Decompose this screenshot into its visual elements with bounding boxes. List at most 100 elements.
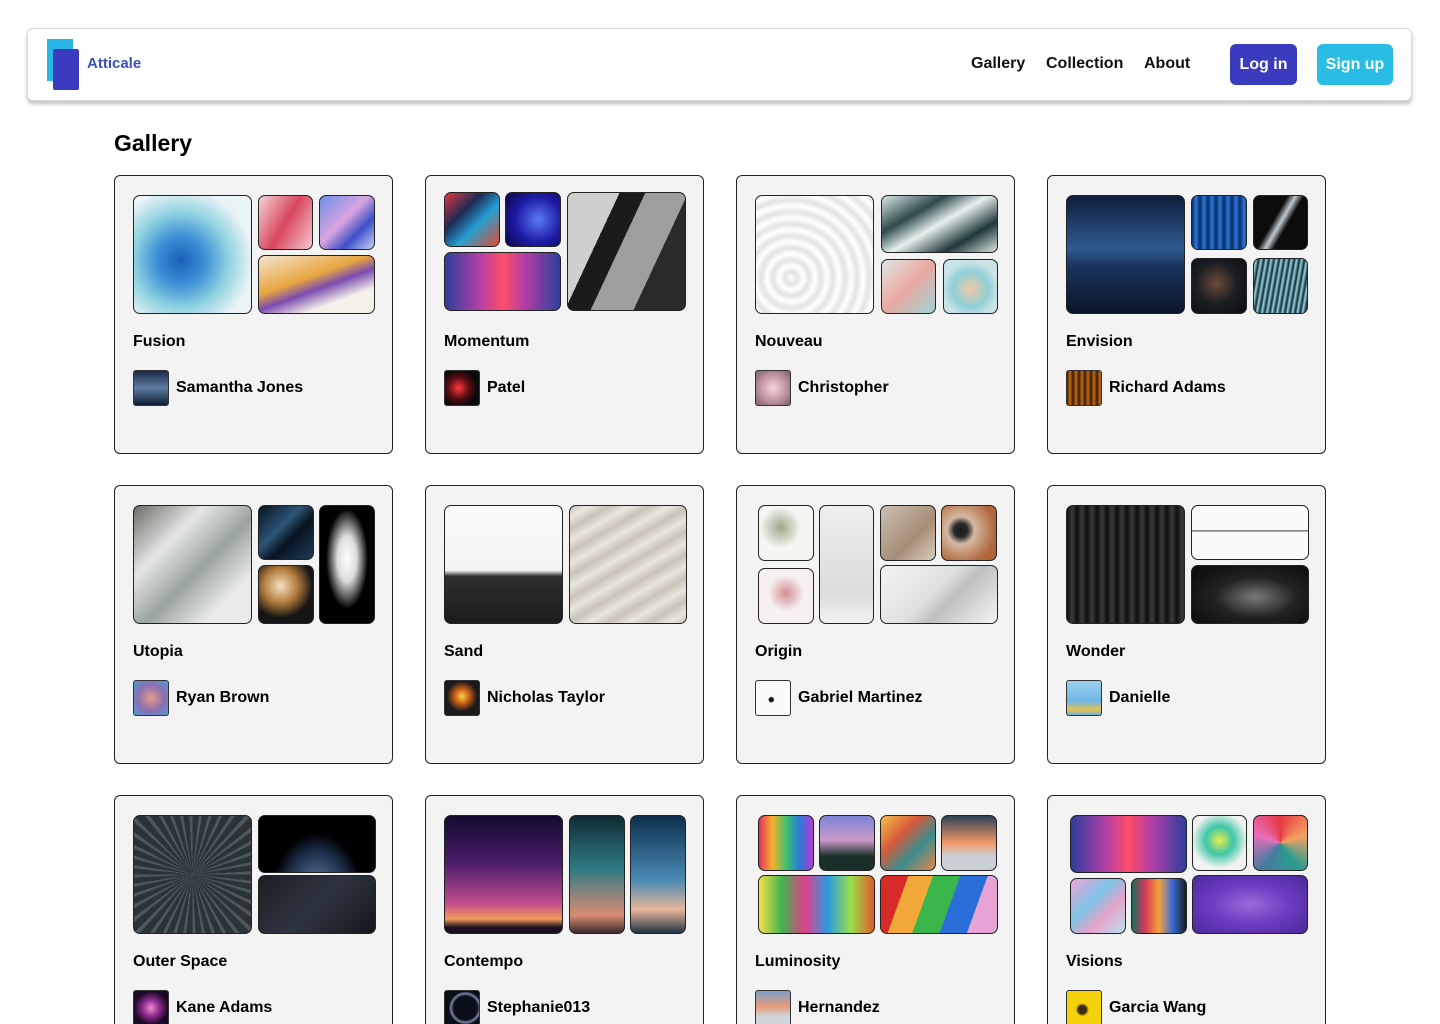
author-name[interactable]: Richard Adams <box>1109 379 1226 397</box>
author-avatar <box>1066 680 1102 716</box>
logo-text: Atticale <box>87 55 142 72</box>
collection-image <box>258 875 376 934</box>
collection-image <box>258 815 376 873</box>
collection-image <box>1070 878 1126 934</box>
collection-card-sand[interactable]: Sand Nicholas Taylor <box>425 485 704 764</box>
login-button[interactable]: Log in <box>1230 44 1297 85</box>
collection-image <box>258 505 314 560</box>
collection-image <box>758 568 814 624</box>
collection-title: Visions <box>1066 953 1123 970</box>
collection-image <box>1066 195 1185 314</box>
collection-image <box>319 195 375 250</box>
collection-image <box>880 875 998 934</box>
collection-image <box>630 815 686 934</box>
collection-title: Envision <box>1066 333 1133 350</box>
collection-title: Origin <box>755 643 803 660</box>
author-avatar <box>1066 370 1102 406</box>
collection-image <box>133 505 252 624</box>
collection-image <box>1191 195 1247 250</box>
collection-image <box>941 815 997 871</box>
author-avatar <box>133 990 169 1024</box>
collection-image <box>133 815 252 934</box>
collection-card-envision[interactable]: Envision Richard Adams <box>1047 175 1326 454</box>
collection-title: Nouveau <box>755 333 823 350</box>
author-name[interactable]: Patel <box>487 379 525 397</box>
collection-image <box>755 195 874 314</box>
collection-title: Wonder <box>1066 643 1126 660</box>
collection-card-wonder[interactable]: Wonder Danielle <box>1047 485 1326 764</box>
collection-image <box>1253 258 1308 314</box>
collection-image <box>258 255 375 314</box>
author-avatar <box>444 680 480 716</box>
collection-title: Outer Space <box>133 953 228 970</box>
author-avatar <box>444 990 480 1024</box>
collection-image <box>819 505 874 624</box>
author-name[interactable]: Samantha Jones <box>176 379 303 397</box>
collection-image <box>1191 258 1247 314</box>
nav-about[interactable]: About <box>1144 55 1190 73</box>
collection-title: Contempo <box>444 953 524 970</box>
collection-card-momentum[interactable]: Momentum Patel <box>425 175 704 454</box>
collection-image <box>444 192 500 247</box>
collection-image <box>133 195 252 314</box>
collection-card-luminosity[interactable]: Luminosity Hernandez <box>736 795 1015 1024</box>
brand-logo[interactable]: Atticale <box>47 39 147 91</box>
author-name[interactable]: Garcia Wang <box>1109 999 1206 1017</box>
collection-card-contempo[interactable]: Contempo Stephanie013 <box>425 795 704 1024</box>
collection-image <box>819 815 875 871</box>
collection-image <box>1253 815 1308 871</box>
collection-card-visions[interactable]: Visions Garcia Wang <box>1047 795 1326 1024</box>
author-avatar <box>755 990 791 1024</box>
top-navbar: Atticale Gallery Collection About Log in… <box>27 28 1412 101</box>
collection-image <box>258 195 313 250</box>
collection-image <box>758 815 814 871</box>
author-name[interactable]: Hernandez <box>798 999 880 1017</box>
collection-image <box>1253 195 1308 250</box>
collection-image <box>567 192 686 311</box>
collection-image <box>881 259 936 314</box>
collection-image <box>444 505 563 624</box>
collection-image <box>1066 505 1185 624</box>
page-title: Gallery <box>114 130 192 156</box>
collection-card-utopia[interactable]: Utopia Ryan Brown <box>114 485 393 764</box>
collection-image <box>569 505 687 624</box>
author-name[interactable]: Gabriel Martinez <box>798 689 922 707</box>
collection-image <box>1192 815 1247 871</box>
collection-image <box>880 565 998 624</box>
collection-card-nouveau[interactable]: Nouveau Christopher <box>736 175 1015 454</box>
author-avatar <box>755 370 791 406</box>
collection-image <box>505 192 561 247</box>
collection-image <box>941 505 997 561</box>
author-name[interactable]: Nicholas Taylor <box>487 689 605 707</box>
collection-title: Fusion <box>133 333 186 350</box>
collection-card-outer-space[interactable]: Outer Space Kane Adams <box>114 795 393 1024</box>
author-name[interactable]: Ryan Brown <box>176 689 269 707</box>
nav-gallery[interactable]: Gallery <box>971 55 1025 73</box>
signup-button[interactable]: Sign up <box>1317 44 1393 85</box>
nav-collection[interactable]: Collection <box>1046 55 1123 73</box>
collection-image <box>1131 878 1187 934</box>
collection-title: Luminosity <box>755 953 841 970</box>
author-avatar <box>444 370 480 406</box>
collection-card-fusion[interactable]: Fusion Samantha Jones <box>114 175 393 454</box>
collection-title: Utopia <box>133 643 183 660</box>
collection-title: Momentum <box>444 333 530 350</box>
author-name[interactable]: Stephanie013 <box>487 999 590 1017</box>
author-name[interactable]: Christopher <box>798 379 889 397</box>
author-avatar <box>133 370 169 406</box>
author-name[interactable]: Kane Adams <box>176 999 272 1017</box>
collection-image <box>444 252 561 311</box>
logo-mark-front <box>53 49 79 90</box>
collection-image <box>880 815 936 871</box>
collection-image <box>1192 875 1308 934</box>
collection-image <box>1191 505 1309 560</box>
collection-image <box>943 259 998 314</box>
collection-image <box>1070 815 1187 873</box>
collection-image <box>881 195 998 253</box>
collection-image <box>1191 565 1309 624</box>
author-avatar <box>755 680 791 716</box>
author-name[interactable]: Danielle <box>1109 689 1170 707</box>
collection-image <box>444 815 563 934</box>
collection-card-origin[interactable]: Origin Gabriel Martinez <box>736 485 1015 764</box>
collection-image <box>758 875 875 934</box>
